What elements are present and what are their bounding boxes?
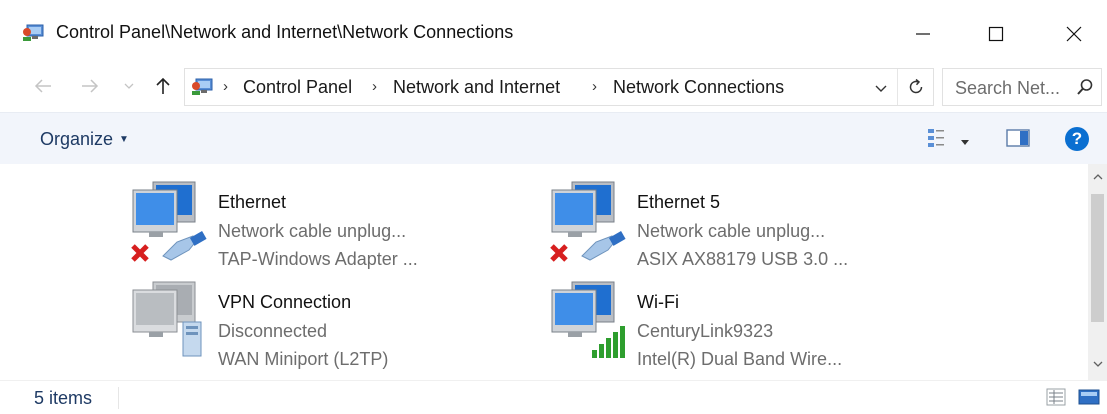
back-button[interactable] — [30, 72, 56, 100]
connection-name: VPN Connection — [218, 292, 352, 312]
command-bar: Organize ▼ ? — [0, 112, 1107, 166]
vertical-scrollbar[interactable] — [1088, 164, 1107, 380]
chevron-down-icon — [1093, 361, 1102, 367]
recent-locations-button[interactable] — [116, 72, 142, 100]
address-bar[interactable]: › Control Panel › Network and Internet ›… — [184, 68, 934, 106]
connection-adapter: ASIX AX88179 USB 3.0 ... — [637, 249, 849, 269]
scroll-down-button[interactable] — [1088, 354, 1107, 374]
search-box[interactable]: Search Net... — [942, 68, 1102, 106]
preview-pane-icon — [1006, 129, 1030, 147]
large-icons-view-button[interactable] — [1078, 387, 1100, 412]
back-arrow-icon — [34, 79, 51, 93]
vpn-icon — [132, 281, 202, 357]
details-view-icon — [1046, 388, 1066, 406]
scroll-up-button[interactable] — [1088, 166, 1107, 186]
window-title: Control Panel\Network and Internet\Netwo… — [56, 22, 514, 42]
connection-item-ethernet[interactable]: Ethernet Network cable unplug... TAP-Win… — [131, 178, 531, 274]
view-options-dropdown[interactable] — [961, 133, 969, 151]
search-icon[interactable] — [1076, 78, 1094, 96]
breadcrumb-separator[interactable]: › — [372, 78, 377, 95]
connection-adapter: WAN Miniport (L2TP) — [218, 349, 389, 369]
connection-adapter: TAP-Windows Adapter ... — [218, 249, 418, 269]
breadcrumb-network-and-internet[interactable]: Network and Internet — [393, 77, 560, 98]
dropdown-caret-icon: ▼ — [119, 134, 129, 145]
minimize-button[interactable] — [895, 12, 951, 56]
chevron-up-icon — [1093, 173, 1102, 179]
minimize-icon — [916, 33, 930, 35]
breadcrumb-separator[interactable]: › — [592, 78, 597, 95]
chevron-down-icon — [124, 83, 134, 89]
ethernet-disconnected-icon — [131, 181, 207, 262]
connection-item-ethernet-5[interactable]: Ethernet 5 Network cable unplug... ASIX … — [550, 178, 950, 274]
organize-label: Organize — [40, 129, 114, 149]
connection-status: Network cable unplug... — [218, 221, 407, 241]
forward-button[interactable] — [77, 72, 103, 100]
change-view-button[interactable] — [926, 126, 952, 155]
ethernet-disconnected-icon — [550, 181, 626, 262]
title-bar: Control Panel\Network and Internet\Netwo… — [0, 0, 1107, 62]
breadcrumb-separator: › — [223, 78, 228, 95]
chevron-down-icon — [961, 140, 969, 145]
wifi-signal-icon — [551, 281, 625, 358]
organize-button[interactable]: Organize ▼ — [40, 129, 129, 150]
connection-status: Disconnected — [218, 321, 328, 341]
address-history-button[interactable] — [875, 81, 887, 99]
control-panel-icon — [192, 78, 213, 95]
help-label: ? — [1071, 129, 1083, 148]
connection-status: Network cable unplug... — [637, 221, 826, 241]
address-divider — [897, 69, 898, 105]
close-icon — [1066, 26, 1082, 42]
status-bar: 5 items — [0, 380, 1107, 414]
connection-name: Ethernet 5 — [637, 192, 721, 212]
breadcrumb-control-panel[interactable]: Control Panel — [243, 77, 352, 98]
search-input[interactable]: Search Net... — [955, 78, 1060, 99]
connection-item-vpn[interactable]: VPN Connection Disconnected WAN Miniport… — [131, 278, 531, 374]
details-view-button[interactable] — [1046, 387, 1066, 412]
change-view-icon — [928, 129, 944, 147]
connection-name: Wi-Fi — [637, 292, 679, 312]
preview-pane-button[interactable] — [1006, 128, 1030, 153]
up-arrow-icon — [156, 77, 170, 94]
chevron-down-icon — [875, 85, 887, 92]
scrollbar-thumb[interactable] — [1091, 194, 1104, 322]
connection-name: Ethernet — [218, 192, 287, 212]
connection-adapter: Intel(R) Dual Band Wire... — [637, 349, 843, 369]
close-button[interactable] — [1046, 12, 1102, 56]
connections-list: Ethernet Network cable unplug... TAP-Win… — [0, 164, 1088, 380]
large-icons-view-icon — [1078, 389, 1100, 405]
item-count: 5 items — [34, 388, 93, 408]
refresh-button[interactable] — [907, 78, 925, 101]
status-divider — [118, 387, 119, 409]
connection-item-wifi[interactable]: Wi-Fi CenturyLink9323 Intel(R) Dual Band… — [550, 278, 950, 374]
address-toolbar: › Control Panel › Network and Internet ›… — [0, 62, 1107, 112]
up-button[interactable] — [150, 72, 176, 100]
breadcrumb-network-connections[interactable]: Network Connections — [613, 77, 784, 98]
connection-status: CenturyLink9323 — [637, 321, 774, 341]
refresh-icon — [909, 78, 923, 94]
maximize-button[interactable] — [968, 12, 1024, 56]
help-button[interactable]: ? — [1064, 126, 1090, 152]
maximize-icon — [988, 26, 1004, 42]
control-panel-icon — [23, 24, 44, 41]
forward-arrow-icon — [82, 79, 99, 93]
